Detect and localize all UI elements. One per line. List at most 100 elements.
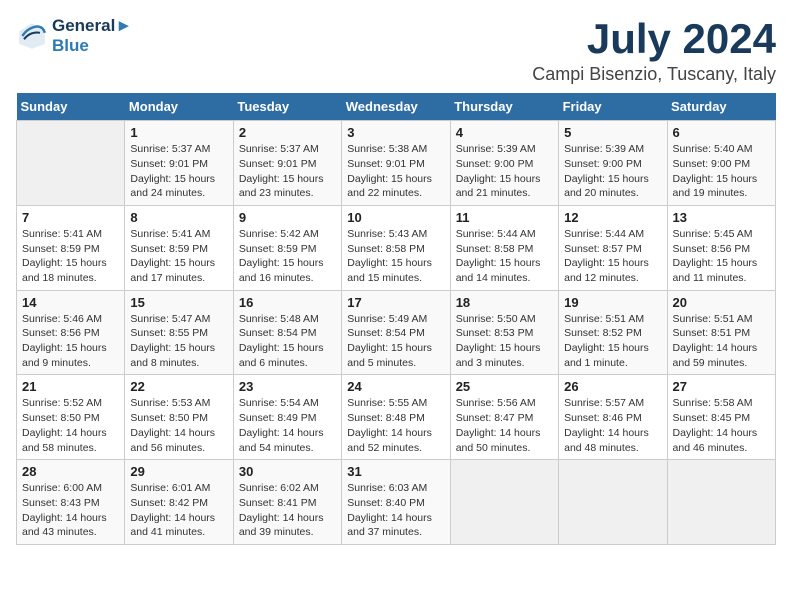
day-info: Sunrise: 5:43 AM Sunset: 8:58 PM Dayligh… (347, 227, 444, 286)
calendar-cell: 14Sunrise: 5:46 AM Sunset: 8:56 PM Dayli… (17, 290, 125, 375)
calendar-cell: 11 Sunrise: 5:44 AM Sunset: 8:58 PM Dayli… (450, 205, 558, 290)
day-number: 12 (564, 210, 661, 225)
header-row: SundayMondayTuesdayWednesdayThursdayFrid… (17, 93, 776, 121)
calendar-cell (450, 460, 558, 545)
day-number: 3 (347, 125, 444, 140)
day-info: Sunrise: 5:38 AM Sunset: 9:01 PM Dayligh… (347, 142, 444, 201)
header-cell-saturday: Saturday (667, 93, 775, 121)
day-number: 18 (456, 295, 553, 310)
week-row-2: 7 Sunrise: 5:41 AM Sunset: 8:59 PM Daylig… (17, 205, 776, 290)
calendar-cell: 16 Sunrise: 5:48 AM Sunset: 8:54 PM Dayli… (233, 290, 341, 375)
week-row-4: 21 Sunrise: 5:52 AM Sunset: 8:50 PM Dayli… (17, 375, 776, 460)
day-number: 17 (347, 295, 444, 310)
calendar-cell: 7 Sunrise: 5:41 AM Sunset: 8:59 PM Daylig… (17, 205, 125, 290)
day-info: Sunrise: 5:37 AM Sunset: 9:01 PM Dayligh… (130, 142, 227, 201)
calendar-cell: 4 Sunrise: 5:39 AM Sunset: 9:00 PM Daylig… (450, 121, 558, 206)
day-number: 27 (673, 379, 770, 394)
day-info: Sunrise: 5:57 AM Sunset: 8:46 PM Dayligh… (564, 396, 661, 455)
day-info: Sunrise: 5:54 AM Sunset: 8:49 PM Dayligh… (239, 396, 336, 455)
day-info: Sunrise: 5:51 AM Sunset: 8:52 PM Dayligh… (564, 312, 661, 371)
day-info: Sunrise: 5:44 AM Sunset: 8:58 PM Dayligh… (456, 227, 553, 286)
calendar-cell: 6 Sunrise: 5:40 AM Sunset: 9:00 PM Daylig… (667, 121, 775, 206)
calendar-cell: 8 Sunrise: 5:41 AM Sunset: 8:59 PM Daylig… (125, 205, 233, 290)
day-info: Sunrise: 5:42 AM Sunset: 8:59 PM Dayligh… (239, 227, 336, 286)
week-row-1: 1Sunrise: 5:37 AM Sunset: 9:01 PM Daylig… (17, 121, 776, 206)
logo: General► Blue (16, 16, 132, 56)
calendar-table: SundayMondayTuesdayWednesdayThursdayFrid… (16, 93, 776, 545)
day-info: Sunrise: 5:52 AM Sunset: 8:50 PM Dayligh… (22, 396, 119, 455)
day-info: Sunrise: 5:51 AM Sunset: 8:51 PM Dayligh… (673, 312, 770, 371)
title-area: July 2024 Campi Bisenzio, Tuscany, Italy (532, 16, 776, 85)
day-number: 10 (347, 210, 444, 225)
day-number: 20 (673, 295, 770, 310)
day-info: Sunrise: 5:40 AM Sunset: 9:00 PM Dayligh… (673, 142, 770, 201)
calendar-cell (559, 460, 667, 545)
day-number: 8 (130, 210, 227, 225)
day-info: Sunrise: 5:56 AM Sunset: 8:47 PM Dayligh… (456, 396, 553, 455)
day-info: Sunrise: 5:48 AM Sunset: 8:54 PM Dayligh… (239, 312, 336, 371)
header-cell-wednesday: Wednesday (342, 93, 450, 121)
day-number: 11 (456, 210, 553, 225)
calendar-cell: 9Sunrise: 5:42 AM Sunset: 8:59 PM Daylig… (233, 205, 341, 290)
calendar-cell: 19 Sunrise: 5:51 AM Sunset: 8:52 PM Dayli… (559, 290, 667, 375)
header-cell-tuesday: Tuesday (233, 93, 341, 121)
day-info: Sunrise: 5:37 AM Sunset: 9:01 PM Dayligh… (239, 142, 336, 201)
calendar-cell: 12 Sunrise: 5:44 AM Sunset: 8:57 PM Dayli… (559, 205, 667, 290)
day-info: Sunrise: 6:03 AM Sunset: 8:40 PM Dayligh… (347, 481, 444, 540)
day-info: Sunrise: 5:39 AM Sunset: 9:00 PM Dayligh… (564, 142, 661, 201)
day-info: Sunrise: 5:45 AM Sunset: 8:56 PM Dayligh… (673, 227, 770, 286)
calendar-cell: 29Sunrise: 6:01 AM Sunset: 8:42 PM Dayli… (125, 460, 233, 545)
calendar-cell: 31 Sunrise: 6:03 AM Sunset: 8:40 PM Dayli… (342, 460, 450, 545)
day-info: Sunrise: 5:50 AM Sunset: 8:53 PM Dayligh… (456, 312, 553, 371)
subtitle: Campi Bisenzio, Tuscany, Italy (532, 64, 776, 85)
calendar-cell: 26 Sunrise: 5:57 AM Sunset: 8:46 PM Dayli… (559, 375, 667, 460)
day-info: Sunrise: 5:41 AM Sunset: 8:59 PM Dayligh… (22, 227, 119, 286)
day-number: 6 (673, 125, 770, 140)
day-info: Sunrise: 5:58 AM Sunset: 8:45 PM Dayligh… (673, 396, 770, 455)
header-cell-sunday: Sunday (17, 93, 125, 121)
day-number: 15 (130, 295, 227, 310)
calendar-cell: 24 Sunrise: 5:55 AM Sunset: 8:48 PM Dayli… (342, 375, 450, 460)
calendar-cell: 15Sunrise: 5:47 AM Sunset: 8:55 PM Dayli… (125, 290, 233, 375)
day-info: Sunrise: 5:44 AM Sunset: 8:57 PM Dayligh… (564, 227, 661, 286)
calendar-cell (17, 121, 125, 206)
calendar-cell: 20 Sunrise: 5:51 AM Sunset: 8:51 PM Dayli… (667, 290, 775, 375)
logo-icon (16, 20, 48, 52)
calendar-cell: 1Sunrise: 5:37 AM Sunset: 9:01 PM Daylig… (125, 121, 233, 206)
main-title: July 2024 (532, 16, 776, 62)
calendar-cell: 30Sunrise: 6:02 AM Sunset: 8:41 PM Dayli… (233, 460, 341, 545)
day-number: 4 (456, 125, 553, 140)
calendar-cell: 25Sunrise: 5:56 AM Sunset: 8:47 PM Dayli… (450, 375, 558, 460)
day-number: 24 (347, 379, 444, 394)
calendar-cell: 17Sunrise: 5:49 AM Sunset: 8:54 PM Dayli… (342, 290, 450, 375)
header-cell-friday: Friday (559, 93, 667, 121)
week-row-3: 14Sunrise: 5:46 AM Sunset: 8:56 PM Dayli… (17, 290, 776, 375)
day-number: 23 (239, 379, 336, 394)
day-number: 21 (22, 379, 119, 394)
calendar-cell: 5 Sunrise: 5:39 AM Sunset: 9:00 PM Daylig… (559, 121, 667, 206)
calendar-cell: 23 Sunrise: 5:54 AM Sunset: 8:49 PM Dayli… (233, 375, 341, 460)
day-info: Sunrise: 6:00 AM Sunset: 8:43 PM Dayligh… (22, 481, 119, 540)
day-info: Sunrise: 5:39 AM Sunset: 9:00 PM Dayligh… (456, 142, 553, 201)
day-number: 19 (564, 295, 661, 310)
day-number: 7 (22, 210, 119, 225)
day-number: 16 (239, 295, 336, 310)
day-info: Sunrise: 5:41 AM Sunset: 8:59 PM Dayligh… (130, 227, 227, 286)
day-number: 14 (22, 295, 119, 310)
week-row-5: 28Sunrise: 6:00 AM Sunset: 8:43 PM Dayli… (17, 460, 776, 545)
calendar-cell: 13 Sunrise: 5:45 AM Sunset: 8:56 PM Dayli… (667, 205, 775, 290)
calendar-cell: 28Sunrise: 6:00 AM Sunset: 8:43 PM Dayli… (17, 460, 125, 545)
day-number: 31 (347, 464, 444, 479)
day-number: 2 (239, 125, 336, 140)
day-number: 5 (564, 125, 661, 140)
calendar-cell: 2 Sunrise: 5:37 AM Sunset: 9:01 PM Daylig… (233, 121, 341, 206)
logo-text: General► Blue (52, 16, 132, 56)
calendar-cell (667, 460, 775, 545)
calendar-cell: 10 Sunrise: 5:43 AM Sunset: 8:58 PM Dayli… (342, 205, 450, 290)
day-info: Sunrise: 5:53 AM Sunset: 8:50 PM Dayligh… (130, 396, 227, 455)
day-info: Sunrise: 5:55 AM Sunset: 8:48 PM Dayligh… (347, 396, 444, 455)
day-info: Sunrise: 6:01 AM Sunset: 8:42 PM Dayligh… (130, 481, 227, 540)
header-cell-monday: Monday (125, 93, 233, 121)
day-number: 13 (673, 210, 770, 225)
day-number: 26 (564, 379, 661, 394)
